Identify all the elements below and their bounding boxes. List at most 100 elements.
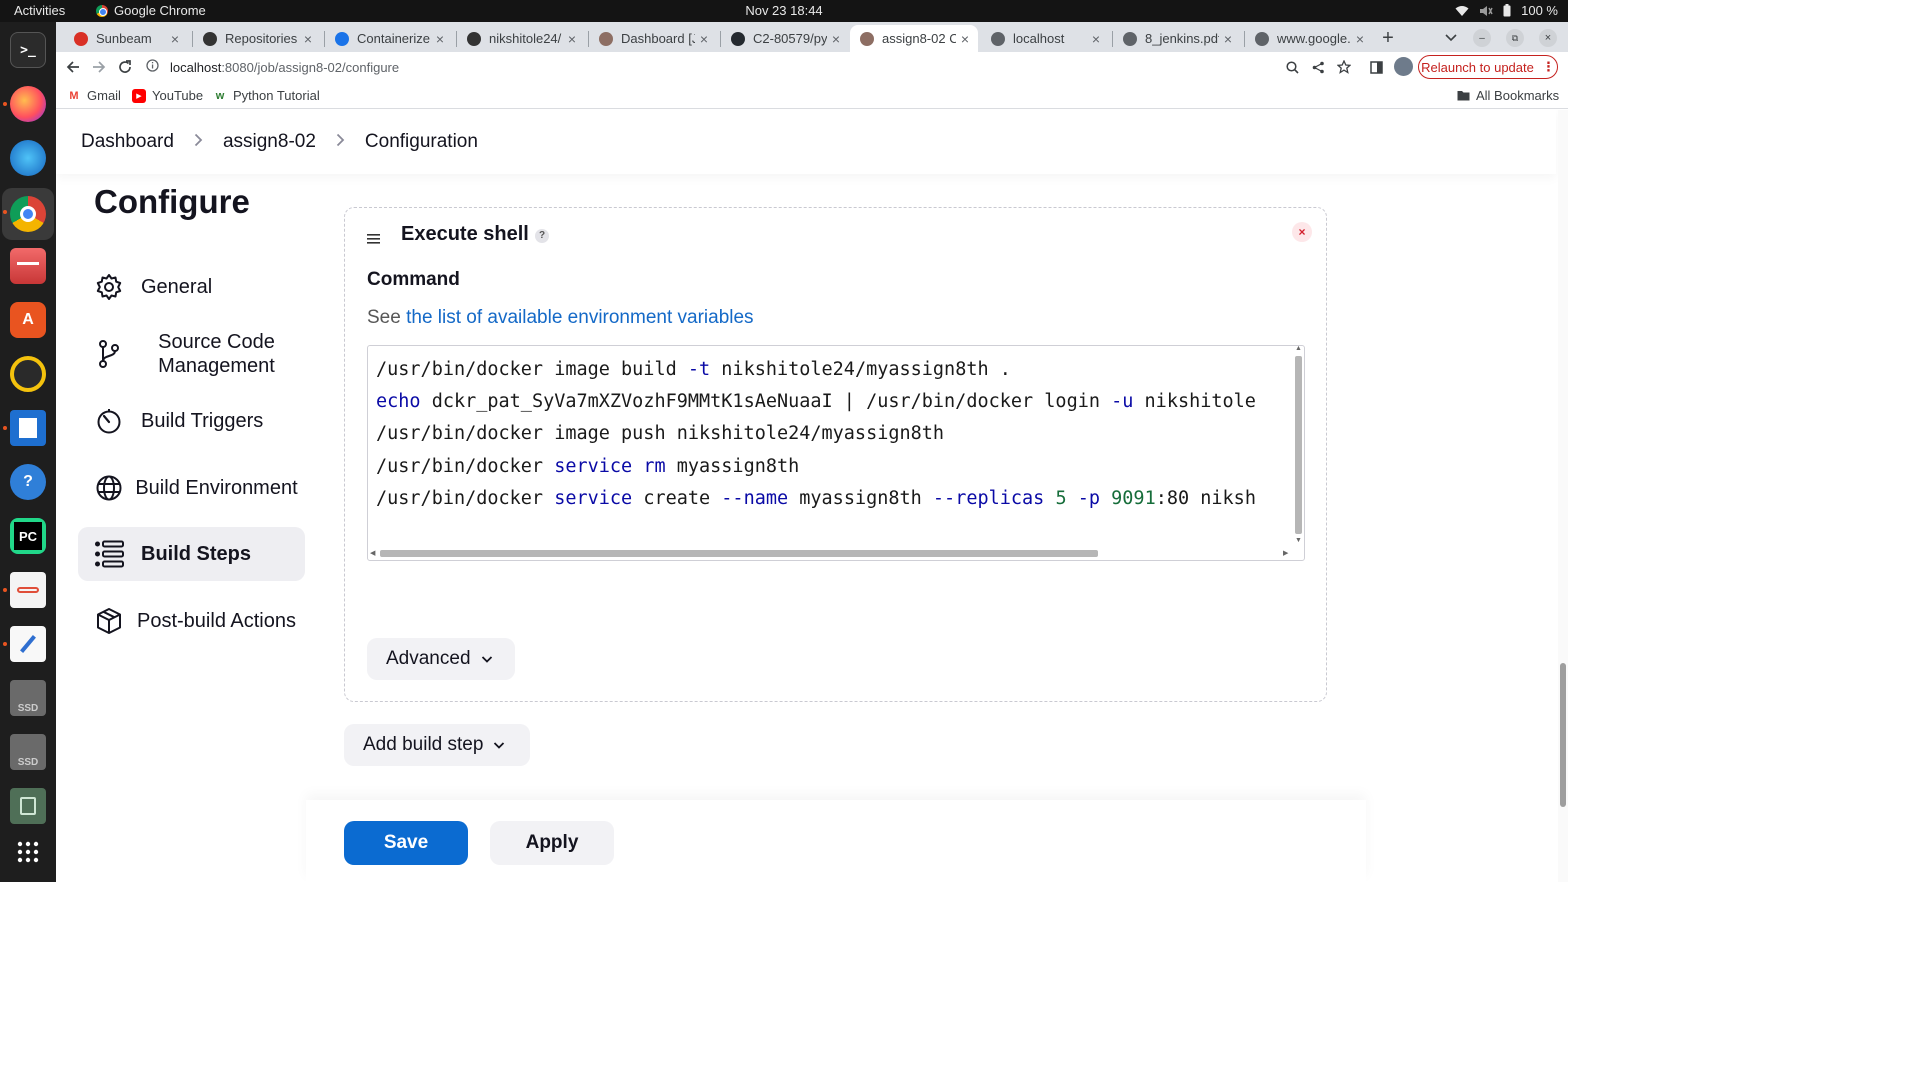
sidebar-item-label: Build Environment xyxy=(135,477,298,499)
sidebar-item-build-environment[interactable]: Build Environment xyxy=(78,460,305,516)
help-icon[interactable]: ? xyxy=(10,464,46,500)
bookmark-python-tutorial[interactable]: w Python Tutorial xyxy=(213,88,320,103)
sidebar-item-post-build-actions[interactable]: Post-build Actions xyxy=(78,593,305,649)
globe-icon xyxy=(94,473,124,503)
close-icon[interactable]: × xyxy=(431,31,449,47)
add-build-step-button[interactable]: Add build step xyxy=(344,724,530,766)
tab-assign8-configure[interactable]: assign8-02 Co × xyxy=(850,25,978,52)
minimize-icon[interactable]: – xyxy=(1473,29,1491,47)
files-icon[interactable] xyxy=(10,248,46,284)
profile-avatar[interactable] xyxy=(1394,57,1413,76)
disk-icon[interactable]: SSD xyxy=(10,680,46,716)
disk-icon[interactable]: SSD xyxy=(10,734,46,770)
code-token: -p xyxy=(1077,487,1101,509)
dock: >_ A ? PC SSD SSD xyxy=(0,22,56,882)
bookmark-star-icon[interactable] xyxy=(1336,59,1352,75)
tab-search-chevron-icon[interactable] xyxy=(1440,27,1462,49)
all-bookmarks[interactable]: All Bookmarks xyxy=(1456,88,1559,103)
browser-toolbar: localhost:8080/job/assign8-02/configure … xyxy=(56,52,1568,82)
close-icon[interactable]: × xyxy=(956,31,974,47)
close-icon[interactable]: × xyxy=(1292,222,1312,242)
scroll-right-icon[interactable]: ▶ xyxy=(1283,549,1288,557)
close-icon[interactable]: × xyxy=(1087,31,1105,47)
env-variables-link[interactable]: the list of available environment variab… xyxy=(406,307,753,328)
help-icon[interactable]: ? xyxy=(535,229,549,243)
vertical-scrollbar[interactable]: ▲ ▼ xyxy=(1294,346,1303,545)
breadcrumb-configuration[interactable]: Configuration xyxy=(365,131,478,153)
horizontal-scrollbar[interactable]: ◀ ▶ xyxy=(370,548,1292,558)
scrollbar-thumb[interactable] xyxy=(380,550,1098,557)
relaunch-to-update-button[interactable]: Relaunch to update ⋮ xyxy=(1418,55,1558,79)
tab-containerize[interactable]: Containerize a × xyxy=(325,25,453,52)
new-tab-plus-icon[interactable]: + xyxy=(1377,27,1399,49)
rhythmbox-icon[interactable] xyxy=(10,356,46,392)
scrollbar-thumb[interactable] xyxy=(1295,356,1302,534)
tab-jenkins-pdf[interactable]: 8_jenkins.pdf × xyxy=(1113,25,1241,52)
command-editor[interactable]: /usr/bin/docker image build -t nikshitol… xyxy=(367,345,1305,561)
site-info-icon[interactable] xyxy=(146,59,164,75)
tab-github-repo[interactable]: C2-80579/pyth × xyxy=(721,25,849,52)
scroll-down-icon[interactable]: ▼ xyxy=(1295,537,1302,544)
close-icon[interactable]: × xyxy=(1351,31,1369,47)
code-token: --name xyxy=(721,487,789,509)
side-panel-icon[interactable] xyxy=(1368,59,1384,75)
close-icon[interactable]: × xyxy=(299,31,317,47)
address-bar[interactable]: localhost:8080/job/assign8-02/configure xyxy=(140,54,1392,80)
tab-nikshitole[interactable]: nikshitole24/ × xyxy=(457,25,585,52)
pycharm-icon[interactable]: PC xyxy=(10,518,46,554)
running-indicator xyxy=(3,642,7,646)
reload-icon[interactable] xyxy=(113,55,137,79)
show-apps-icon[interactable] xyxy=(10,834,46,870)
back-arrow-icon[interactable] xyxy=(61,55,85,79)
scroll-up-icon[interactable]: ▲ xyxy=(1295,346,1302,352)
save-button[interactable]: Save xyxy=(344,821,468,865)
tab-repositories[interactable]: Repositories | × xyxy=(193,25,321,52)
breadcrumb-dashboard[interactable]: Dashboard xyxy=(81,131,174,153)
terminal-icon[interactable]: >_ xyxy=(10,32,46,68)
breadcrumb-job[interactable]: assign8-02 xyxy=(223,131,316,153)
trash-icon[interactable] xyxy=(10,788,46,824)
app-center-icon[interactable]: A xyxy=(10,302,46,338)
drag-handle-icon[interactable] xyxy=(367,232,381,246)
sidebar-item-build-steps[interactable]: Build Steps xyxy=(78,527,305,581)
tab-favicon xyxy=(335,31,349,46)
page-scrollbar[interactable] xyxy=(1558,110,1568,882)
sidebar-item-source-code-management[interactable]: Source Code Management xyxy=(78,326,305,382)
scroll-left-icon[interactable]: ◀ xyxy=(370,549,375,557)
sidebar-item-label: Post-build Actions xyxy=(137,610,296,632)
tab-localhost[interactable]: localhost × xyxy=(981,25,1109,52)
system-tray[interactable]: 100 % xyxy=(1455,3,1558,18)
thunderbird-icon[interactable] xyxy=(10,140,46,176)
close-icon[interactable]: × xyxy=(563,31,581,47)
share-icon[interactable] xyxy=(1310,59,1326,75)
url-path: :8080/job/assign8-02/configure xyxy=(221,59,400,75)
zoom-search-icon[interactable] xyxy=(1284,59,1300,75)
forward-arrow-icon[interactable] xyxy=(87,55,111,79)
advanced-button[interactable]: Advanced xyxy=(367,638,515,680)
step-title: Execute shell xyxy=(401,223,529,245)
window-close-icon[interactable]: × xyxy=(1539,29,1557,47)
apply-button[interactable]: Apply xyxy=(490,821,614,865)
firefox-icon[interactable] xyxy=(10,86,46,122)
tab-dashboard[interactable]: Dashboard [Je × xyxy=(589,25,717,52)
bookmark-gmail[interactable]: M Gmail xyxy=(67,88,121,103)
bookmark-youtube[interactable]: ▶ YouTube xyxy=(132,88,203,103)
sidebar-item-build-triggers[interactable]: Build Triggers xyxy=(78,394,305,448)
tab-google[interactable]: www.google. × xyxy=(1245,25,1373,52)
restore-icon[interactable]: ⧉ xyxy=(1506,29,1524,47)
sidebar-item-label: Build Steps xyxy=(141,543,252,565)
clock[interactable]: Nov 23 18:44 xyxy=(0,3,1568,18)
document-viewer-icon[interactable] xyxy=(10,572,46,608)
close-icon[interactable]: × xyxy=(827,31,845,47)
text-editor-icon[interactable] xyxy=(10,626,46,662)
chrome-dock-highlight[interactable] xyxy=(2,188,54,240)
writer-icon[interactable] xyxy=(10,410,46,446)
sidebar-item-general[interactable]: General xyxy=(78,260,305,314)
close-icon[interactable]: × xyxy=(695,31,713,47)
close-icon[interactable]: × xyxy=(1219,31,1237,47)
tab-sunbeam[interactable]: Sunbeam × xyxy=(64,25,188,52)
close-icon[interactable]: × xyxy=(166,31,184,47)
scrollbar-thumb[interactable] xyxy=(1560,663,1566,807)
command-code[interactable]: /usr/bin/docker image build -t nikshitol… xyxy=(376,354,1294,515)
